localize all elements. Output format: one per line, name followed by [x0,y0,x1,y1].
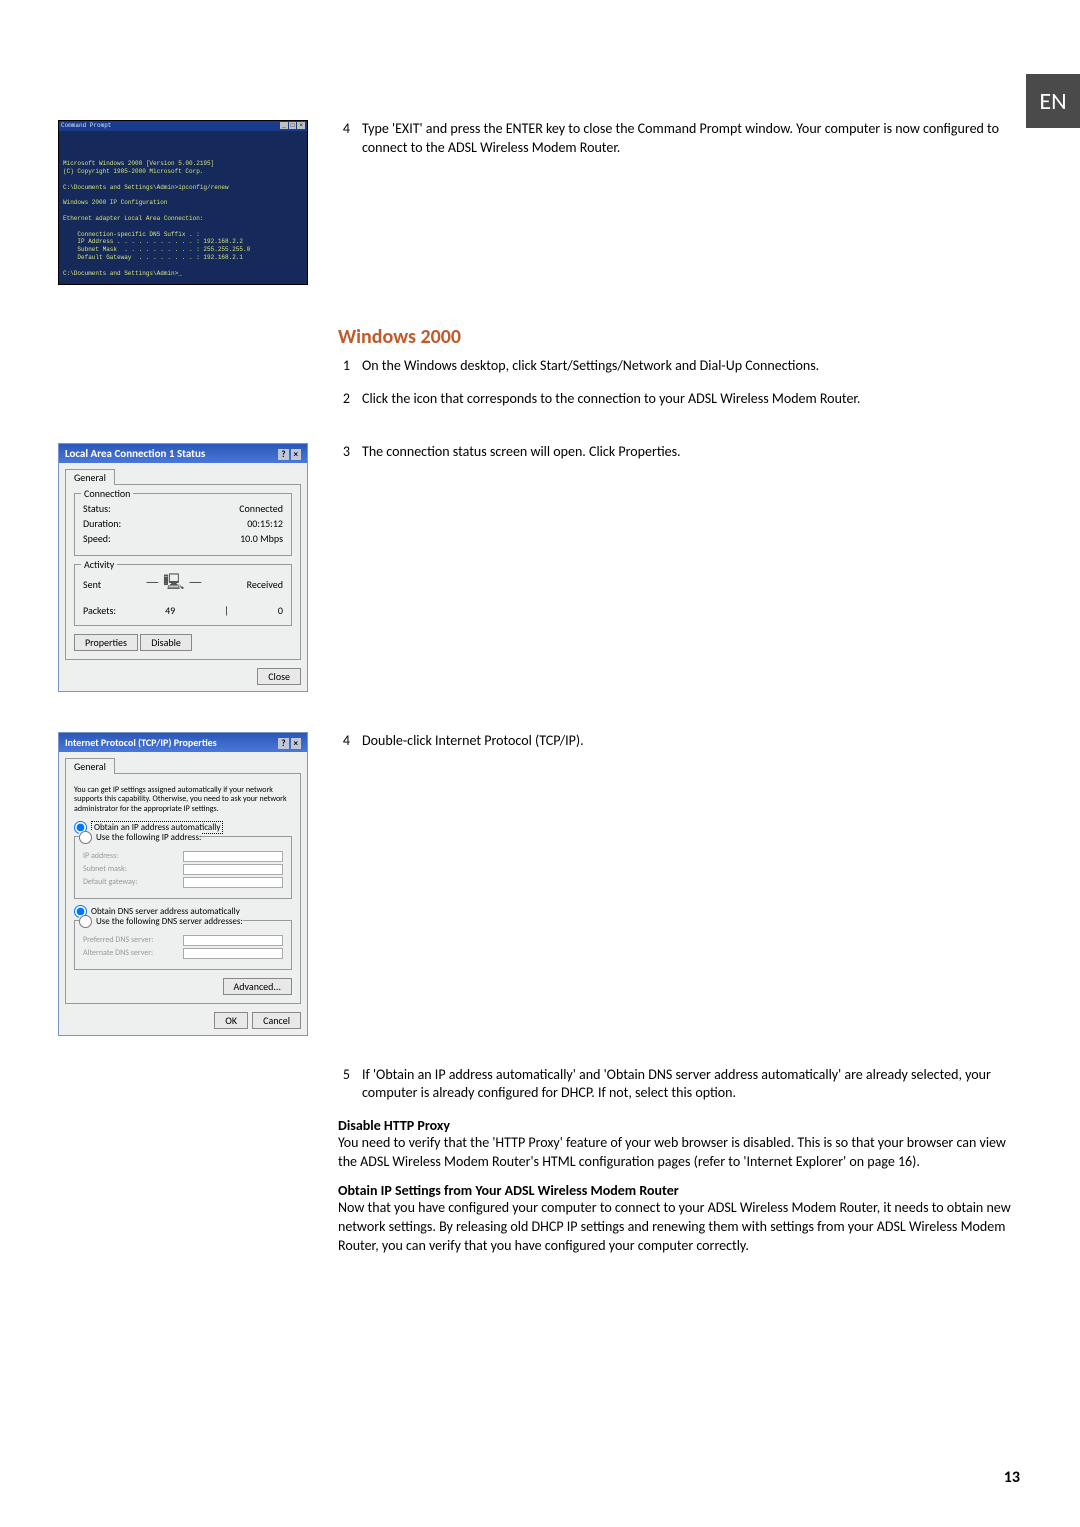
status-value: Connected [239,502,283,515]
page-number: 13 [1004,1468,1020,1487]
packets-recv-value: 0 [278,604,283,617]
step-5: 5 If 'Obtain an IP address automatically… [338,1066,1022,1104]
step-number: 5 [338,1066,350,1104]
step-number: 4 [338,120,350,158]
ok-button[interactable]: OK [214,1012,248,1029]
properties-button[interactable]: Properties [74,634,138,651]
packets-label: Packets: [83,604,116,617]
step-1: 1 On the Windows desktop, click Start/Se… [338,357,1022,376]
duration-label: Duration: [83,517,121,530]
cmd-title: Command Prompt [61,122,111,130]
tcpip-dialog-figure: Internet Protocol (TCP/IP) Properties ?×… [58,732,308,1036]
maximize-icon: □ [289,122,297,129]
step-number: 1 [338,357,350,376]
speed-value: 10.0 Mbps [240,532,283,545]
tcpip-description: You can get IP settings assigned automat… [74,786,292,815]
window-controls: ?× [276,736,301,749]
window-controls: _□× [279,122,305,130]
connection-group-legend: Connection [81,487,133,500]
ip-address-field[interactable] [183,851,283,862]
step-3: 3 The connection status screen will open… [338,443,1022,462]
radio-input[interactable] [79,915,92,928]
dialog-titlebar: Internet Protocol (TCP/IP) Properties ?× [59,733,307,752]
para-disable-proxy: You need to verify that the 'HTTP Proxy'… [338,1134,1022,1172]
page-content: Command Prompt _□× Microsoft Windows 200… [58,120,1022,1286]
tab-general[interactable]: General [65,758,115,774]
step-text: If 'Obtain an IP address automatically' … [362,1066,1022,1104]
language-badge: EN [1026,74,1080,128]
disable-button[interactable]: Disable [140,634,192,651]
help-icon: ? [278,738,288,749]
radio-label: Use the following DNS server addresses: [96,916,243,927]
close-button[interactable]: Close [257,668,301,685]
step-4-top: 4 Type 'EXIT' and press the ENTER key to… [338,120,1022,158]
tab-general[interactable]: General [65,469,115,485]
para-obtain-ip: Now that you have configured your comput… [338,1199,1022,1256]
step-text: The connection status screen will open. … [362,443,681,462]
step-4-mid: 4 Double-click Internet Protocol (TCP/IP… [338,732,1022,751]
subhead-disable-proxy: Disable HTTP Proxy [338,1117,1022,1134]
activity-group-legend: Activity [81,558,117,571]
cmd-body: Microsoft Windows 2000 [Version 5.00.219… [63,160,303,277]
alt-dns-field[interactable] [183,948,283,959]
close-icon: × [297,122,305,129]
received-label: Received [247,578,283,591]
close-icon: × [291,449,301,460]
pref-dns-label: Preferred DNS server: [83,935,153,945]
status-label: Status: [83,502,111,515]
step-number: 3 [338,443,350,462]
step-text: Double-click Internet Protocol (TCP/IP). [362,732,584,751]
help-icon: ? [278,449,288,460]
advanced-button[interactable]: Advanced... [223,978,293,995]
alt-dns-label: Alternate DNS server: [83,948,153,958]
step-text: Click the icon that corresponds to the c… [362,390,860,409]
radio-manual-ip[interactable]: Use the following IP address: [79,831,201,844]
packets-sent-value: 49 [165,604,175,617]
close-icon: × [291,738,301,749]
step-text: On the Windows desktop, click Start/Sett… [362,357,819,376]
radio-input[interactable] [79,831,92,844]
status-dialog-figure: Local Area Connection 1 Status ?× Genera… [58,443,308,692]
gateway-label: Default gateway: [83,877,137,887]
dialog-title: Local Area Connection 1 Status [65,447,205,460]
step-2: 2 Click the icon that corresponds to the… [338,390,1022,409]
subnet-mask-field[interactable] [183,864,283,875]
ip-address-label: IP address: [83,851,118,861]
sent-label: Sent [83,578,101,591]
dialog-titlebar: Local Area Connection 1 Status ?× [59,444,307,463]
subnet-mask-label: Subnet mask: [83,864,127,874]
speed-label: Speed: [83,532,111,545]
window-controls: ?× [276,447,301,460]
command-prompt-figure: Command Prompt _□× Microsoft Windows 200… [58,120,308,285]
cmd-titlebar: Command Prompt _□× [59,121,307,131]
cancel-button[interactable]: Cancel [252,1012,301,1029]
radio-manual-dns[interactable]: Use the following DNS server addresses: [79,915,243,928]
step-text: Type 'EXIT' and press the ENTER key to c… [362,120,1022,158]
gateway-field[interactable] [183,877,283,888]
radio-label: Use the following IP address: [96,832,201,843]
step-number: 4 [338,732,350,751]
section-heading: Windows 2000 [338,325,1022,349]
dialog-title: Internet Protocol (TCP/IP) Properties [65,736,217,749]
network-icon: — 🖳 — [145,571,203,598]
duration-value: 00:15:12 [247,517,283,530]
minimize-icon: _ [280,122,288,129]
pref-dns-field[interactable] [183,935,283,946]
subhead-obtain-ip: Obtain IP Settings from Your ADSL Wirele… [338,1182,1022,1199]
step-number: 2 [338,390,350,409]
